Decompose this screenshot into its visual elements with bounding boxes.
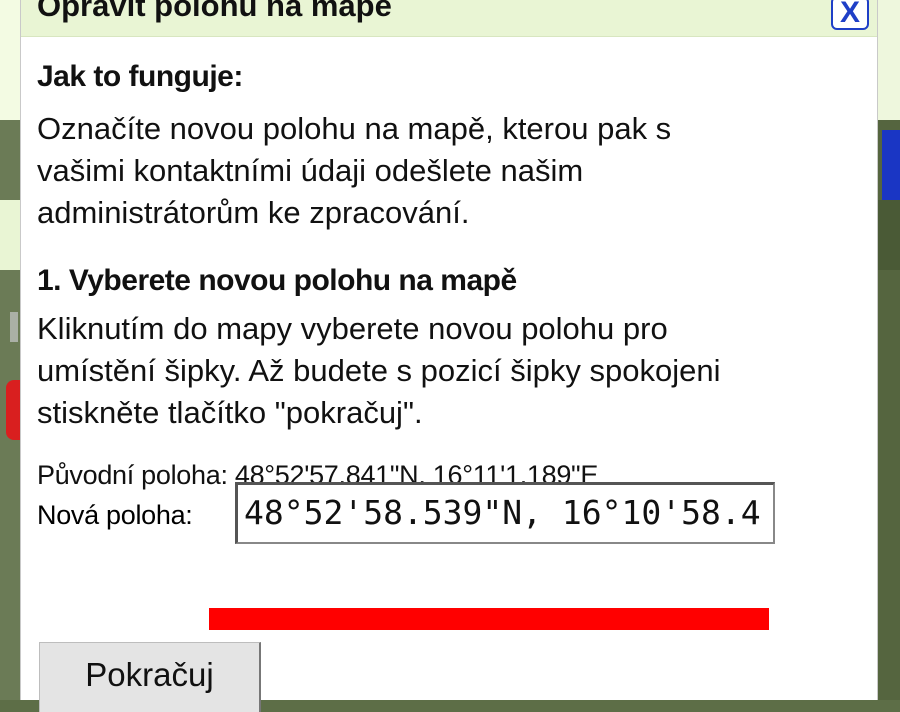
highlight-underline [209,608,769,630]
edit-position-dialog: Opravit polohu na mapě X Jak to funguje:… [20,0,878,712]
map-marker[interactable] [6,380,20,440]
map-control[interactable] [10,312,18,342]
map-control-tab[interactable] [882,130,900,200]
dialog-titlebar: Opravit polohu na mapě X [21,0,877,37]
map-left-strip[interactable] [0,0,22,700]
text-line: Kliknutím do mapy vyberete novou polohu … [37,311,668,346]
text-line: stiskněte tlačítko "pokračuj". [37,395,423,430]
new-position-label: Nová poloha: [37,500,193,530]
text-line: administrátorům ke zpracování. [37,195,470,230]
map-right-strip[interactable] [878,0,900,700]
text-line: Označíte novou polohu na mapě, kterou pa… [37,111,672,146]
text-line: umístění šipky. Až budete s pozicí šipky… [37,353,721,388]
how-it-works-text: Označíte novou polohu na mapě, kterou pa… [37,108,857,234]
step1-heading: 1. Vyberete novou polohu na mapě [37,264,517,297]
close-button[interactable]: X [831,0,869,30]
continue-button[interactable]: Pokračuj [39,642,261,712]
step1-text: Kliknutím do mapy vyberete novou polohu … [37,308,857,434]
map-overlay-band [0,200,22,270]
dialog-content: Jak to funguje: Označíte novou polohu na… [37,60,857,491]
how-it-works-heading: Jak to funguje: [37,60,243,93]
map-overlay-band [878,200,900,270]
close-icon: X [839,0,860,29]
dialog-title: Opravit polohu na mapě [37,0,392,23]
new-position-row: Nová poloha: 48°52'58.539"N, 16°10'58.4 [37,482,857,552]
text-line: vašimi kontaktními údaji odešlete našim [37,153,584,188]
map-overlay-band [0,0,22,120]
new-position-input[interactable]: 48°52'58.539"N, 16°10'58.4 [235,482,775,544]
map-overlay-band [878,0,900,120]
